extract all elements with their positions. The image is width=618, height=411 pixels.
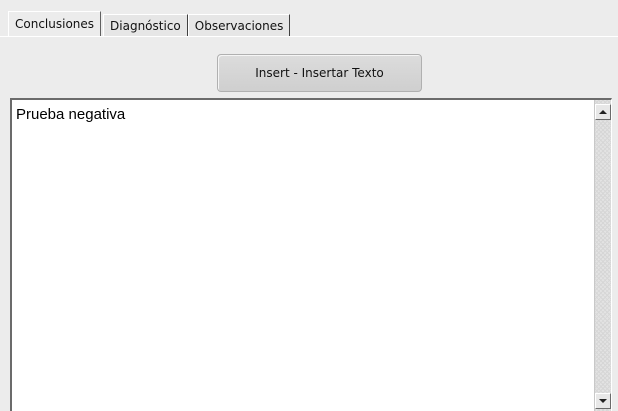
tab-divider bbox=[0, 36, 618, 37]
tab-conclusiones[interactable]: Conclusiones bbox=[8, 11, 102, 36]
tab-diagnostico[interactable]: Diagnóstico bbox=[103, 14, 188, 36]
arrow-up-icon bbox=[599, 110, 607, 114]
tab-observaciones[interactable]: Observaciones bbox=[187, 14, 291, 36]
arrow-down-icon bbox=[599, 399, 607, 403]
tab-strip: Conclusiones Diagnóstico Observaciones bbox=[8, 8, 291, 36]
vertical-scrollbar[interactable] bbox=[594, 100, 611, 411]
tab-panel: Conclusiones Diagnóstico Observaciones I… bbox=[0, 0, 618, 411]
text-editor[interactable]: Prueba negativa bbox=[10, 98, 612, 411]
insert-text-button[interactable]: Insert - Insertar Texto bbox=[217, 54, 422, 92]
scroll-down-button[interactable] bbox=[595, 393, 611, 409]
scroll-up-button[interactable] bbox=[595, 104, 611, 120]
insert-text-button-label: Insert - Insertar Texto bbox=[255, 66, 384, 80]
editor-content[interactable]: Prueba negativa bbox=[16, 106, 586, 123]
